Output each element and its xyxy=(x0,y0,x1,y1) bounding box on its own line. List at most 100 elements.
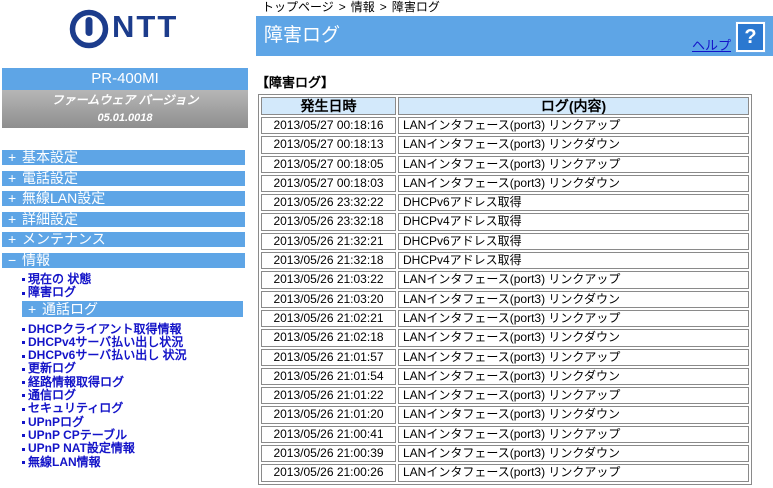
log-timestamp: 2013/05/26 21:32:21 xyxy=(273,233,384,248)
sidebar-menu: + 基本設定 + 電話設定 + 無線LAN設定 + 詳細設定 + メンテナンス − 情報 xyxy=(2,150,245,274)
menu-label: 電話設定 xyxy=(22,169,78,186)
section-title: 【障害ログ】 xyxy=(256,75,335,90)
table-row: 2013/05/27 00:18:05 LANインタフェース(port3) リンク… xyxy=(261,155,749,173)
log-timestamp: 2013/05/27 00:18:03 xyxy=(273,175,384,190)
menu-label: 無線LAN設定 xyxy=(22,190,106,207)
log-message: LANインタフェース(port3) リンクアップ xyxy=(403,118,621,132)
table-row: 2013/05/26 23:32:18 DHCPv4アドレス取得 xyxy=(261,213,749,231)
menu-label: メンテナンス xyxy=(22,231,106,248)
column-header-label: 発生日時 xyxy=(300,98,357,114)
log-time-cell: 2013/05/26 21:00:26 xyxy=(261,464,396,482)
log-message: LANインタフェース(port3) リンクアップ xyxy=(403,310,621,325)
log-timestamp: 2013/05/26 21:00:41 xyxy=(273,426,384,441)
log-table: 発生日時 ログ(内容) 2013/05/27 00:18:16 LANインタフェー… xyxy=(258,94,752,485)
log-message: DHCPv6アドレス取得 xyxy=(403,195,522,210)
table-row: 2013/05/26 21:32:21 DHCPv6アドレス取得 xyxy=(261,232,749,251)
log-time-cell: 2013/05/27 00:18:16 xyxy=(261,117,396,135)
breadcrumb-information[interactable]: 情報 xyxy=(351,0,375,14)
log-message: LANインタフェース(port3) リンクダウン xyxy=(403,330,620,345)
help-link[interactable]: ヘルプ xyxy=(692,38,731,53)
log-message-cell: LANインタフェース(port3) リンクダウン xyxy=(398,445,749,463)
table-header-row: 発生日時 ログ(内容) xyxy=(261,97,749,115)
log-message: DHCPv6アドレス取得 xyxy=(403,233,522,248)
ntt-logo: NTT xyxy=(68,8,184,52)
log-message-cell: DHCPv6アドレス取得 xyxy=(398,232,749,251)
plus-icon: + xyxy=(8,190,17,207)
breadcrumb: トップページ > 情報 > 障害ログ xyxy=(262,0,440,15)
model-name: PR-400MI xyxy=(2,68,248,90)
table-row: 2013/05/26 21:01:54 LANインタフェース(port3) リンク… xyxy=(261,367,749,386)
logo-wordmark: NTT xyxy=(112,9,179,44)
log-message-cell: LANインタフェース(port3) リンクアップ xyxy=(398,309,749,328)
log-timestamp: 2013/05/26 21:01:54 xyxy=(273,368,384,383)
menu-advanced-settings[interactable]: + 詳細設定 xyxy=(2,210,245,227)
link-failure-log[interactable]: 障害ログ xyxy=(20,285,246,299)
log-timestamp: 2013/05/27 00:18:16 xyxy=(273,118,384,132)
link-upnp-nat-settings[interactable]: UPnP NAT設定情報 xyxy=(20,441,246,455)
log-message: DHCPv4アドレス取得 xyxy=(403,214,522,229)
link-security-log[interactable]: セキュリティログ xyxy=(20,402,246,416)
breadcrumb-current: 障害ログ xyxy=(391,0,440,14)
submenu-call-log[interactable]: + 通話ログ xyxy=(22,300,243,317)
sidebar: NTT PR-400MI ファームウェア バージョン 05.01.0018 + 基… xyxy=(0,0,248,488)
column-header-message: ログ(内容) xyxy=(398,97,749,115)
page-header: 障害ログ ヘルプ ? xyxy=(256,16,773,56)
log-message: LANインタフェース(port3) リンクダウン xyxy=(403,175,620,190)
log-time-cell: 2013/05/26 21:03:20 xyxy=(261,290,396,308)
menu-label: 通話ログ xyxy=(42,300,98,317)
log-message-cell: LANインタフェース(port3) リンクアップ xyxy=(398,387,749,405)
page-title: 障害ログ xyxy=(264,25,341,46)
table-row: 2013/05/26 21:00:26 LANインタフェース(port3) リンク… xyxy=(261,464,749,482)
log-time-cell: 2013/05/26 21:01:54 xyxy=(261,367,396,386)
table-row: 2013/05/26 23:32:22 DHCPv6アドレス取得 xyxy=(261,194,749,212)
log-message: LANインタフェース(port3) リンクダウン xyxy=(403,407,620,422)
menu-maintenance[interactable]: + メンテナンス xyxy=(2,231,245,248)
log-message-cell: DHCPv4アドレス取得 xyxy=(398,252,749,270)
log-message: LANインタフェース(port3) リンクダウン xyxy=(403,368,620,383)
log-time-cell: 2013/05/26 23:32:22 xyxy=(261,194,396,212)
log-message-cell: LANインタフェース(port3) リンクアップ xyxy=(398,348,749,366)
link-dhcp-client-info[interactable]: DHCPクライアント取得情報 xyxy=(20,322,246,336)
table-row: 2013/05/26 21:02:21 LANインタフェース(port3) リンク… xyxy=(261,309,749,328)
link-upnp-log[interactable]: UPnPログ xyxy=(20,415,246,429)
log-time-cell: 2013/05/26 21:00:41 xyxy=(261,425,396,444)
log-timestamp: 2013/05/26 21:32:18 xyxy=(273,253,384,268)
log-timestamp: 2013/05/26 21:03:20 xyxy=(273,291,384,306)
ntt-logo-icon xyxy=(69,9,109,49)
log-timestamp: 2013/05/27 00:18:13 xyxy=(273,137,384,152)
firmware-version: 05.01.0018 xyxy=(97,112,153,124)
log-message-cell: DHCPv6アドレス取得 xyxy=(398,194,749,212)
menu-label: 基本設定 xyxy=(22,149,78,165)
menu-basic-settings[interactable]: + 基本設定 xyxy=(2,150,245,165)
menu-label: 情報 xyxy=(22,251,50,268)
menu-wireless-lan-settings[interactable]: + 無線LAN設定 xyxy=(2,190,245,207)
log-timestamp: 2013/05/26 21:00:26 xyxy=(273,465,384,480)
log-timestamp: 2013/05/27 00:18:05 xyxy=(273,156,384,171)
log-time-cell: 2013/05/26 23:32:18 xyxy=(261,213,396,231)
log-timestamp: 2013/05/26 23:32:22 xyxy=(273,195,384,210)
log-timestamp: 2013/05/26 23:32:18 xyxy=(273,214,384,229)
log-timestamp: 2013/05/26 21:01:57 xyxy=(273,349,384,364)
log-message: LANインタフェース(port3) リンクダウン xyxy=(403,291,620,306)
log-time-cell: 2013/05/26 21:03:22 xyxy=(261,271,396,289)
help-icon[interactable]: ? xyxy=(735,21,766,53)
link-update-log[interactable]: 更新ログ xyxy=(20,362,246,376)
log-message-cell: LANインタフェース(port3) リンクアップ xyxy=(398,155,749,173)
information-submenu: 現在の 状態 障害ログ + 通話ログ DHCPクライアント取得情報 DHCPv4サ… xyxy=(20,272,246,469)
log-message: LANインタフェース(port3) リンクダウン xyxy=(403,137,620,152)
breadcrumb-top-page[interactable]: トップページ xyxy=(262,0,334,14)
plus-icon: + xyxy=(8,149,17,165)
plus-icon: + xyxy=(8,210,17,227)
menu-information[interactable]: − 情報 xyxy=(2,251,245,268)
table-row: 2013/05/26 21:03:22 LANインタフェース(port3) リンク… xyxy=(261,271,749,289)
log-message-cell: LANインタフェース(port3) リンクダウン xyxy=(398,329,749,347)
log-time-cell: 2013/05/26 21:01:57 xyxy=(261,348,396,366)
menu-phone-settings[interactable]: + 電話設定 xyxy=(2,169,245,186)
plus-icon: + xyxy=(8,169,17,186)
table-row: 2013/05/26 21:01:22 LANインタフェース(port3) リンク… xyxy=(261,387,749,405)
log-time-cell: 2013/05/27 00:18:03 xyxy=(261,174,396,193)
breadcrumb-separator: > xyxy=(379,0,387,14)
log-message: DHCPv4アドレス取得 xyxy=(403,253,522,268)
minus-icon: − xyxy=(8,251,17,268)
link-wireless-lan-info[interactable]: 無線LAN情報 xyxy=(20,455,246,469)
